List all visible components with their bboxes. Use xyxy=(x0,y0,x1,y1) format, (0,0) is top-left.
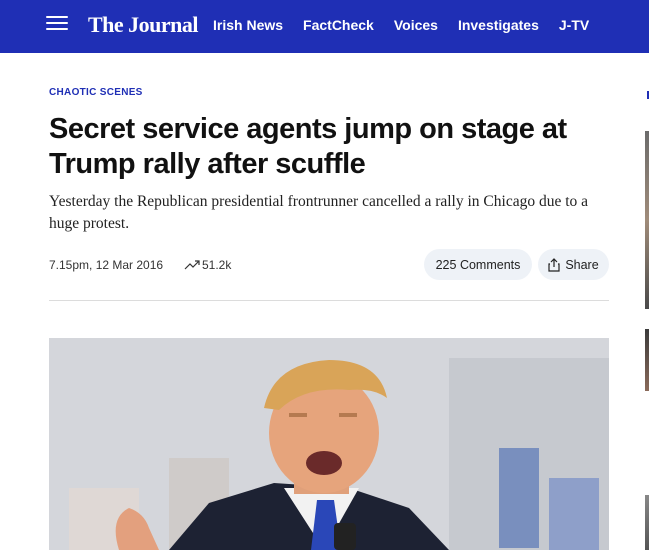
article-views: 51.2k xyxy=(184,258,231,272)
hero-image[interactable] xyxy=(49,338,609,550)
share-button[interactable]: Share xyxy=(538,249,609,280)
sidebar-edge xyxy=(641,53,649,550)
nav-item-factcheck[interactable]: FactCheck xyxy=(303,17,374,33)
share-icon xyxy=(548,257,560,272)
trending-up-icon xyxy=(184,260,200,270)
nav-item-investigates[interactable]: Investigates xyxy=(458,17,539,33)
views-count: 51.2k xyxy=(202,258,232,272)
article-kicker[interactable]: CHAOTIC SCENES xyxy=(49,87,143,98)
article-timestamp: 7.15pm, 12 Mar 2016 xyxy=(49,258,164,272)
share-label: Share xyxy=(565,257,599,272)
sidebar-thumbnail[interactable] xyxy=(645,131,649,309)
article-standfirst: Yesterday the Republican presidential fr… xyxy=(49,193,589,232)
hero-photo-illustration xyxy=(49,338,609,550)
nav-item-j-tv[interactable]: J-TV xyxy=(559,17,589,33)
comments-label: 225 Comments xyxy=(435,257,521,272)
comments-button[interactable]: 225 Comments xyxy=(424,249,532,280)
main-nav: Irish News FactCheck Voices Investigates… xyxy=(213,17,609,33)
divider xyxy=(49,300,609,301)
top-navigation-bar: The Journal Irish News FactCheck Voices … xyxy=(0,0,649,53)
nav-item-irish-news[interactable]: Irish News xyxy=(213,17,283,33)
hamburger-icon[interactable] xyxy=(46,16,68,32)
article-headline: Secret service agents jump on stage at T… xyxy=(49,113,567,180)
site-logo[interactable]: The Journal xyxy=(88,12,199,38)
sidebar-thumbnail[interactable] xyxy=(645,495,649,550)
nav-item-voices[interactable]: Voices xyxy=(394,17,438,33)
sidebar-thumbnail[interactable] xyxy=(645,329,649,391)
